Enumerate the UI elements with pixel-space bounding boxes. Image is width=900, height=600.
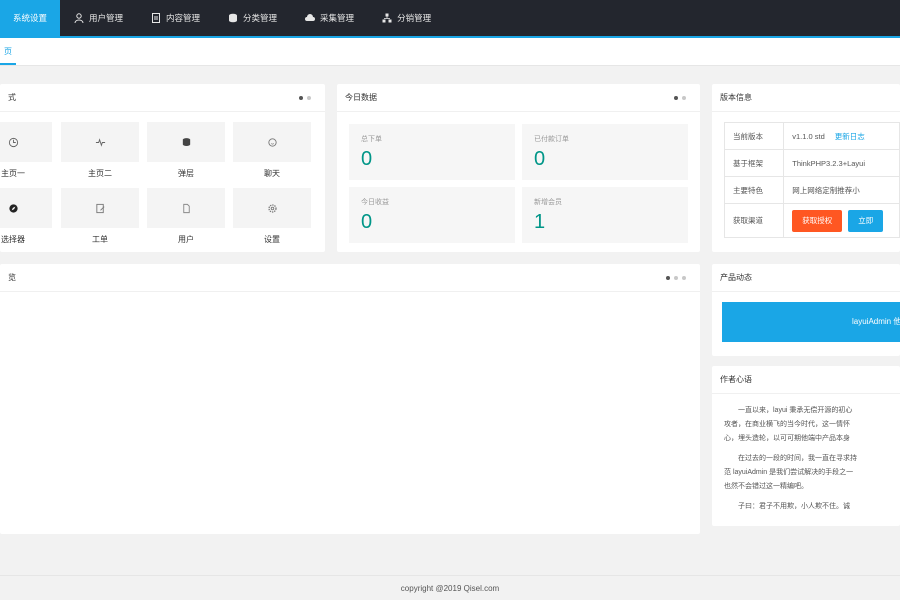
stat-value: 0 [534,148,546,170]
stat-block[interactable]: 新增会员 1 [522,187,688,243]
org-icon [382,13,392,23]
cloud-icon [305,14,316,21]
nav-item-category[interactable]: 分类管理 [214,0,291,36]
version-value: 网上网络定制推荐小 [783,176,900,204]
get-license-button[interactable]: 获取授权 [792,209,843,232]
compass-icon [8,203,18,213]
stat-value: 0 [361,148,373,170]
quick-label: 选择器 [1,235,25,244]
table-row: 主要特色 网上网络定制推荐小 [723,176,900,204]
notes-line: 心，埋头造轮，以可可期他端中产品本身 [724,435,850,442]
chat-icon [267,137,277,147]
carousel-dot[interactable] [674,276,678,280]
tab-home[interactable]: 页 [0,38,16,65]
layers-icon [182,137,190,146]
quick-label: 设置 [264,235,280,244]
carousel-dot[interactable] [666,276,670,280]
quick-label: 弹层 [178,169,194,178]
carousel-dots [674,84,686,112]
carousel-dots [299,84,311,112]
table-row: 基于框架 ThinkPHP3.2.3+Layui [723,149,900,177]
notes-line: 也然不会错过这一精编吧。 [724,483,808,490]
author-notes-title: 作者心语 [712,366,900,394]
carousel-dot[interactable] [682,96,686,100]
quick-btn-home1[interactable] [0,122,52,162]
quick-btn-picker[interactable] [0,188,52,228]
quick-label: 主页二 [88,169,112,178]
stat-label: 总下单 [361,136,382,143]
product-banner[interactable]: layuiAdmin 他 [722,302,900,342]
clock-icon [8,137,18,147]
edit-icon [95,203,104,213]
carousel-dot[interactable] [682,276,686,280]
tab-strip: 页 [0,38,900,66]
document-icon [152,13,161,23]
quick-btn-settings[interactable] [233,188,311,228]
carousel-dot[interactable] [299,96,303,100]
table-row: 获取渠道 获取授权 立即 [723,203,900,238]
carousel-dots [666,264,686,292]
notes-line: 在过去的一段的时间，我一直在寻求持 [738,455,857,462]
author-notes-card: 作者心语 一直以来，layui 秉承无偿开源的初心 攻者，在商业横飞的当今时代，… [712,366,900,526]
author-notes-text: 一直以来，layui 秉承无偿开源的初心 攻者，在商业横飞的当今时代，这一情怀 … [724,404,900,520]
stat-block[interactable]: 今日收益 0 [349,187,515,243]
buy-now-button[interactable]: 立即 [848,209,884,232]
version-actions: 获取授权 立即 [783,203,900,238]
quick-btn-chat[interactable] [233,122,311,162]
quick-label: 用户 [178,235,194,244]
database-icon [229,13,238,23]
notes-line: 一直以来，layui 秉承无偿开源的初心 [738,407,853,414]
product-news-card: 产品动态 layuiAdmin 他 [712,264,900,356]
quick-btn-user[interactable] [147,188,225,228]
notes-line: 攻者，在商业横飞的当今时代，这一情怀 [724,421,850,428]
quick-btn-layer[interactable] [147,122,225,162]
notes-line: 范 layuiAdmin 是我们尝试解决的手段之一 [724,469,854,476]
table-row: 当前版本 v1.1.0 std 更新日志 [723,122,900,150]
today-data-title: 今日数据 [337,84,700,112]
version-value: ThinkPHP3.2.3+Layui [783,149,900,177]
quick-label: 主页一 [1,169,25,178]
quick-label: 聊天 [264,169,280,178]
quick-access-title: 式 [0,84,325,112]
version-table: 当前版本 v1.1.0 std 更新日志 基于框架 ThinkPHP3.2.3+L… [723,122,900,238]
quick-btn-home2[interactable] [61,122,139,162]
nav-item-collect[interactable]: 采集管理 [291,0,368,36]
quick-access-card: 式 主页一 主页二 弹层 聊天 选择器 工单 用户 设置 [0,84,325,252]
version-value: v1.1.0 std 更新日志 [783,122,900,150]
overview-title: 览 [0,264,700,292]
stat-value: 1 [534,211,546,233]
stat-block[interactable]: 已付款订单 0 [522,124,688,180]
nav-item-users[interactable]: 用户管理 [60,0,137,36]
version-card: 版本信息 当前版本 v1.1.0 std 更新日志 基于框架 ThinkPHP3.… [712,84,900,252]
top-nav: 系统设置 用户管理 内容管理 分类管理 采集管理 分销管理 [0,0,900,36]
version-key: 主要特色 [723,176,785,204]
product-news-title: 产品动态 [712,264,900,292]
nav-item-distribution[interactable]: 分销管理 [368,0,445,36]
stat-label: 已付款订单 [534,136,569,143]
quick-btn-ticket[interactable] [61,188,139,228]
user-icon [74,13,84,23]
version-key: 获取渠道 [723,203,785,238]
nav-item-content[interactable]: 内容管理 [137,0,214,36]
quick-label: 工单 [92,235,108,244]
version-key: 基于框架 [723,149,785,177]
gear-icon [267,203,277,213]
version-title: 版本信息 [712,84,900,112]
stat-value: 0 [361,211,373,233]
stat-block[interactable]: 总下单 0 [349,124,515,180]
today-data-card: 今日数据 总下单 0 已付款订单 0 今日收益 0 新增会员 1 [337,84,700,252]
overview-card: 览 [0,264,700,534]
stat-label: 新增会员 [534,199,562,206]
notes-line: 子曰：君子不用欺，小人欺不住。诚 [738,503,850,510]
pulse-icon [95,137,105,147]
footer: copyright @2019 Qisel.com [0,575,900,600]
nav-item-system-settings[interactable]: 系统设置 [0,0,60,36]
carousel-dot[interactable] [307,96,311,100]
changelog-link[interactable]: 更新日志 [835,132,865,141]
stat-label: 今日收益 [361,199,389,206]
file-icon [182,203,190,213]
version-key: 当前版本 [723,122,785,150]
carousel-dot[interactable] [674,96,678,100]
